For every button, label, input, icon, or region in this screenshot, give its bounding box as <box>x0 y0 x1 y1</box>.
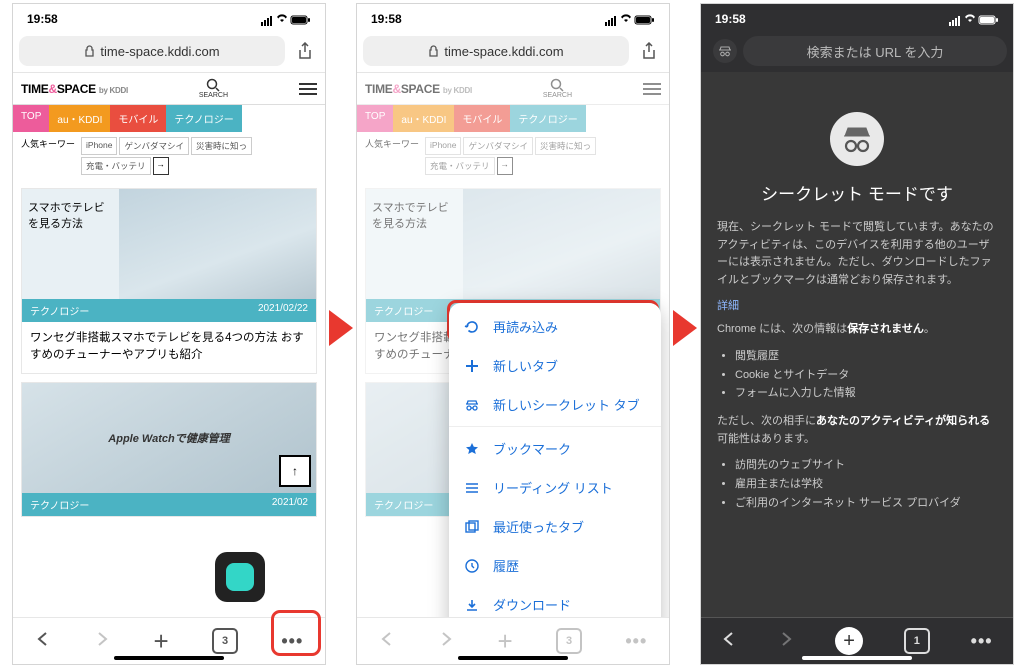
url-field[interactable]: time-space.kddi.com <box>363 36 629 66</box>
status-time: 19:58 <box>27 12 58 26</box>
incognito-visible-to: ただし、次の相手にあなたのアクティビティが知られる可能性はあります。 <box>717 413 997 448</box>
tabs-button[interactable]: 1 <box>904 628 930 654</box>
article-card-2[interactable]: Apple Watchで健康管理 テクノロジー2021/02 <box>21 382 317 517</box>
nav-tab[interactable]: モバイル <box>110 105 166 132</box>
chrome-menu: 再読み込み 新しいタブ 新しいシークレット タブ ブックマーク リーディング リ… <box>449 303 661 617</box>
menu-reading[interactable]: リーディング リスト <box>449 468 661 507</box>
incognito-description: 現在、シークレット モードで閲覧しています。あなたのアクティビティは、このデバイ… <box>717 219 997 289</box>
status-bar: 19:58 <box>701 4 1013 30</box>
keywords-list: iPhoneゲンバダマシイ災害時に知っ充電・バッテリ→ <box>81 137 317 175</box>
back-button[interactable] <box>35 631 51 652</box>
incognito-list-1: 閲覧履歴Cookie とサイトデータフォームに入力した情報 <box>721 347 997 403</box>
back-button[interactable] <box>721 631 737 652</box>
page-content: TIME&SPACE by KDDI SEARCH TOPau・KDDIモバイル… <box>13 73 325 617</box>
nav-tab[interactable]: TOP <box>13 105 49 132</box>
scroll-top-button[interactable]: ↑ <box>279 455 311 487</box>
search-icon <box>206 78 220 92</box>
history-icon <box>463 557 481 575</box>
reload-icon <box>463 318 481 336</box>
step-arrow-1 <box>329 310 353 346</box>
keywords-label: 人気キーワー <box>21 137 75 150</box>
incognito-list-2: 訪問先のウェブサイト雇用主または学校ご利用のインターネット サービス プロバイダ <box>721 456 997 512</box>
lock-icon <box>428 45 439 57</box>
status-bar: 19:58 <box>357 4 669 30</box>
home-indicator <box>114 656 224 660</box>
nav-tab[interactable]: au・KDDI <box>49 105 110 132</box>
address-bar: time-space.kddi.com <box>13 30 325 73</box>
share-button[interactable] <box>291 37 319 65</box>
status-indicators <box>261 12 311 26</box>
incognito-icon <box>463 396 481 414</box>
site-nav: TOPau・KDDIモバイルテクノロジー <box>13 105 325 132</box>
page-content: TIME&SPACE by KDDI SEARCH TOPau・KDDIモバイル… <box>357 73 669 617</box>
incognito-learn-more[interactable]: 詳細 <box>717 297 997 313</box>
search-url-field[interactable]: 検索または URL を入力 <box>743 36 1007 66</box>
search-button[interactable]: SEARCH <box>199 78 228 99</box>
incognito-hero-icon <box>830 112 884 166</box>
menu-history[interactable]: 履歴 <box>449 546 661 585</box>
incognito-not-saved: Chrome には、次の情報は保存されません。 <box>717 321 997 339</box>
menu-button[interactable] <box>299 80 317 98</box>
star-icon <box>463 440 481 458</box>
recent-icon <box>463 518 481 536</box>
tabs-button[interactable]: 3 <box>212 628 238 654</box>
article-card-1[interactable]: スマホでテレビを見る方法 テクノロジー2021/02/22 ワンセグ非搭載スマホ… <box>21 188 317 374</box>
menu-downloads[interactable]: ダウンロード <box>449 585 661 617</box>
share-button[interactable] <box>635 37 663 65</box>
incognito-title: シークレット モードです <box>717 180 997 205</box>
home-indicator <box>458 656 568 660</box>
menu-recent[interactable]: 最近使ったタブ <box>449 507 661 546</box>
lock-icon <box>84 45 95 57</box>
phone-screenshot-3: 19:58 検索または URL を入力 シークレット モードです 現在、シークレ… <box>700 3 1014 665</box>
share-icon <box>297 42 313 60</box>
incognito-indicator-icon <box>713 39 737 63</box>
plus-icon <box>463 357 481 375</box>
incognito-content: シークレット モードです 現在、シークレット モードで閲覧しています。あなたのア… <box>701 72 1013 617</box>
address-bar: time-space.kddi.com <box>357 30 669 73</box>
keywords-row: 人気キーワー iPhoneゲンバダマシイ災害時に知っ充電・バッテリ→ <box>13 132 325 180</box>
nav-tab[interactable]: テクノロジー <box>166 105 241 132</box>
status-bar: 19:58 <box>13 4 325 30</box>
newtab-button[interactable]: + <box>153 626 168 657</box>
address-bar: 検索または URL を入力 <box>701 30 1013 72</box>
url-field[interactable]: time-space.kddi.com <box>19 36 285 66</box>
menu-reload[interactable]: 再読み込み <box>449 307 661 346</box>
site-logo[interactable]: TIME&SPACE by KDDI <box>21 82 128 96</box>
menu-newtab[interactable]: 新しいタブ <box>449 346 661 385</box>
download-icon <box>463 596 481 614</box>
menu-incognito[interactable]: 新しいシークレット タブ <box>449 385 661 424</box>
phone-screenshot-2: 19:58 time-space.kddi.com TIME&SPACE by … <box>356 3 670 665</box>
site-header: TIME&SPACE by KDDI SEARCH <box>13 73 325 105</box>
article-image <box>119 189 316 299</box>
menu-bookmarks[interactable]: ブックマーク <box>449 429 661 468</box>
more-button[interactable]: ••• <box>281 631 303 652</box>
forward-button <box>94 631 110 652</box>
step-arrow-2 <box>673 310 697 346</box>
home-indicator <box>802 656 912 660</box>
list-icon <box>463 479 481 497</box>
phone-screenshot-1: 19:58 time-space.kddi.com TIME&SPACE by … <box>12 3 326 665</box>
newtab-button[interactable]: + <box>835 627 863 655</box>
more-button[interactable]: ••• <box>971 631 993 652</box>
